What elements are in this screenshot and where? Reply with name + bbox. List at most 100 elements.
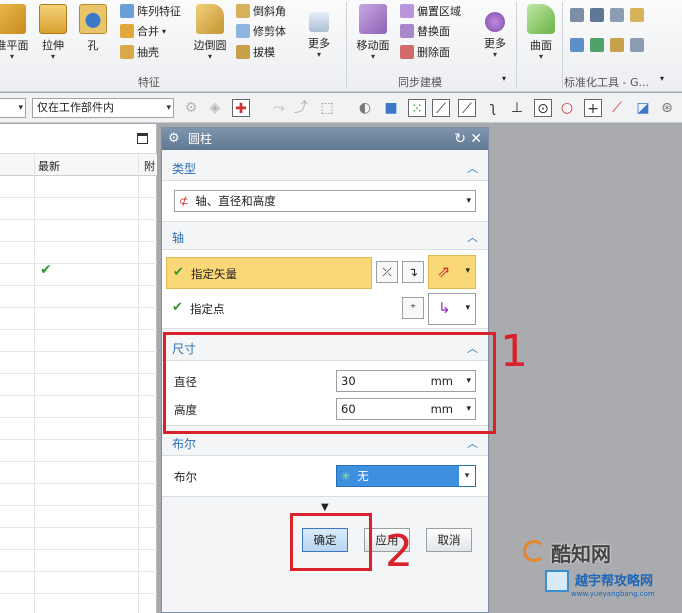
datum-plane-button[interactable]: 准平面 ▾ — [0, 4, 30, 61]
table-row[interactable] — [0, 462, 157, 484]
snap-pointer-icon[interactable]: ⟋ — [608, 99, 626, 117]
table-row[interactable] — [0, 374, 157, 396]
offset-region-button[interactable]: 偏置区域 — [400, 3, 461, 19]
delete-face-icon — [400, 45, 414, 59]
section-type-body: ⊄ 轴、直径和高度 ▾ — [162, 180, 488, 222]
select-feature-icon[interactable]: ⚙ — [182, 99, 200, 117]
chamfer-button[interactable]: 倒斜角 — [236, 3, 286, 19]
pattern-icon — [120, 4, 134, 18]
watermark-logo-icon — [523, 540, 545, 562]
std-tool-icon[interactable] — [610, 38, 624, 52]
selection-toolbar: ▾ 仅在工作部件内 ▾ ⚙ ◈ ✚ ⤳ ⤴ ⬚ ◐ ■ ⁙ ⟋ ⟋ ʅ ⊥ ⊙ … — [0, 93, 682, 123]
collapse-caret-icon[interactable]: ︿ — [467, 433, 478, 455]
std-tool-icon[interactable] — [590, 38, 604, 52]
column-latest[interactable]: 最新 — [38, 158, 60, 174]
std-tool-icon[interactable] — [610, 8, 624, 22]
table-row[interactable] — [0, 506, 157, 528]
section-axis-body: ✔ 指定矢量 ⤫ ↴ ⇗ ▾ ✔ 指定点 ⁺ ↳ ▾ — [162, 249, 488, 329]
snap-point-icon[interactable]: ⁙ — [408, 99, 426, 117]
reset-icon[interactable]: ↻ — [454, 128, 466, 150]
snap-face-icon[interactable]: ◪ — [634, 99, 652, 117]
edge-blend-button[interactable]: 边倒圆 ▾ — [192, 4, 228, 61]
table-row[interactable] — [0, 572, 157, 594]
section-axis-header[interactable]: 轴 ︿ — [162, 227, 488, 249]
snap-center-icon[interactable]: ⊙ — [534, 99, 552, 117]
extrude-button[interactable]: 拉伸 ▾ — [36, 4, 70, 61]
table-row[interactable] — [0, 396, 157, 418]
vector-type-dropdown[interactable]: ⇗ ▾ — [428, 255, 476, 289]
table-row[interactable] — [0, 528, 157, 550]
maximize-icon[interactable] — [137, 133, 148, 144]
orient-view-icon[interactable]: ◐ — [356, 99, 374, 117]
table-row[interactable] — [0, 264, 157, 286]
table-row[interactable] — [0, 286, 157, 308]
type-select[interactable]: ⊄ 轴、直径和高度 ▾ — [174, 190, 476, 212]
table-row[interactable] — [0, 176, 157, 198]
specify-vector-row[interactable]: ✔ 指定矢量 — [166, 257, 372, 289]
table-row[interactable] — [0, 418, 157, 440]
cancel-button[interactable]: 取消 — [426, 528, 472, 552]
table-row[interactable] — [0, 440, 157, 462]
shell-button[interactable]: 抽壳 — [120, 44, 159, 60]
snap-circle-icon[interactable]: ○ — [558, 99, 576, 117]
close-icon[interactable]: ✕ — [470, 128, 482, 150]
more-sync-button[interactable]: 更多 ▾ — [480, 4, 510, 59]
table-row[interactable] — [0, 330, 157, 352]
std-tools-group-menu[interactable]: ▾ — [660, 74, 664, 83]
point-type-dropdown[interactable]: ↳ ▾ — [428, 293, 476, 325]
filter-combo[interactable]: ▾ — [0, 98, 26, 118]
std-tool-icon[interactable] — [570, 38, 584, 52]
sync-group-menu[interactable]: ▾ — [502, 74, 506, 83]
table-row[interactable] — [0, 352, 157, 374]
part-navigator: 最新 附 ✔ — [0, 124, 157, 613]
table-row[interactable] — [0, 594, 157, 613]
select-face-icon[interactable]: ✚ — [232, 99, 250, 117]
point-dialog-icon[interactable]: ⁺ — [402, 297, 424, 319]
surface-icon — [527, 4, 555, 34]
pattern-feature-button[interactable]: 阵列特征 — [120, 3, 181, 19]
shaded-view-icon[interactable]: ■ — [382, 99, 400, 117]
delete-face-button[interactable]: 删除面 — [400, 44, 450, 60]
section-boolean-header[interactable]: 布尔 ︿ — [162, 433, 488, 455]
collapse-caret-icon[interactable]: ︿ — [467, 227, 478, 249]
reverse-direction-icon[interactable]: ⤫ — [376, 261, 398, 283]
unite-button[interactable]: 合并 ▾ — [120, 23, 166, 39]
std-tool-icon[interactable] — [590, 8, 604, 22]
navigator-header — [0, 124, 156, 154]
select-curve-icon[interactable]: ⤴ — [292, 99, 310, 117]
snap-more-icon[interactable]: ⊛ — [658, 99, 676, 117]
ribbon: 准平面 ▾ 拉伸 ▾ 孔 阵列特征 合并 ▾ 抽壳 边倒圆 ▾ 倒斜角 修剪体 — [0, 0, 682, 92]
select-body-icon[interactable]: ◈ — [206, 99, 224, 117]
snap-line-icon[interactable]: ⟋ — [432, 99, 450, 117]
table-row[interactable] — [0, 308, 157, 330]
boolean-select[interactable]: ✳ 无 ▾ — [336, 465, 476, 487]
collapse-caret-icon[interactable]: ︿ — [467, 158, 478, 180]
replace-face-button[interactable]: 替换面 — [400, 23, 450, 39]
snap-end-icon[interactable]: ⟋ — [458, 99, 476, 117]
expand-more-icon[interactable]: ▼ — [321, 502, 329, 513]
rectangle-select-icon[interactable]: ⬚ — [318, 99, 336, 117]
more-feature-button[interactable]: 更多 ▾ — [304, 4, 334, 59]
select-edge-icon[interactable]: ⤳ — [270, 99, 288, 117]
std-tool-icon[interactable] — [630, 8, 644, 22]
vector-dialog-icon[interactable]: ↴ — [402, 261, 424, 283]
table-row[interactable] — [0, 198, 157, 220]
snap-cross-icon[interactable]: + — [584, 99, 602, 117]
section-type-header[interactable]: 类型 ︿ — [162, 158, 488, 180]
snap-intersection-icon[interactable]: ⊥ — [508, 99, 526, 117]
std-tool-icon[interactable] — [570, 8, 584, 22]
gear-icon[interactable]: ⚙ — [168, 128, 180, 150]
hole-button[interactable]: 孔 — [78, 4, 108, 53]
surface-button[interactable]: 曲面 ▾ — [524, 4, 558, 61]
draft-button[interactable]: 拔模 — [236, 44, 275, 60]
table-row[interactable] — [0, 242, 157, 264]
table-row[interactable] — [0, 220, 157, 242]
table-row[interactable] — [0, 484, 157, 506]
column-more[interactable]: 附 — [144, 158, 155, 174]
selection-scope-combo[interactable]: 仅在工作部件内 ▾ — [32, 98, 174, 118]
table-row[interactable] — [0, 550, 157, 572]
trim-body-button[interactable]: 修剪体 — [236, 23, 286, 39]
snap-curve-icon[interactable]: ʅ — [484, 99, 502, 117]
std-tool-icon[interactable] — [630, 38, 644, 52]
move-face-button[interactable]: 移动面 ▾ — [354, 4, 392, 61]
